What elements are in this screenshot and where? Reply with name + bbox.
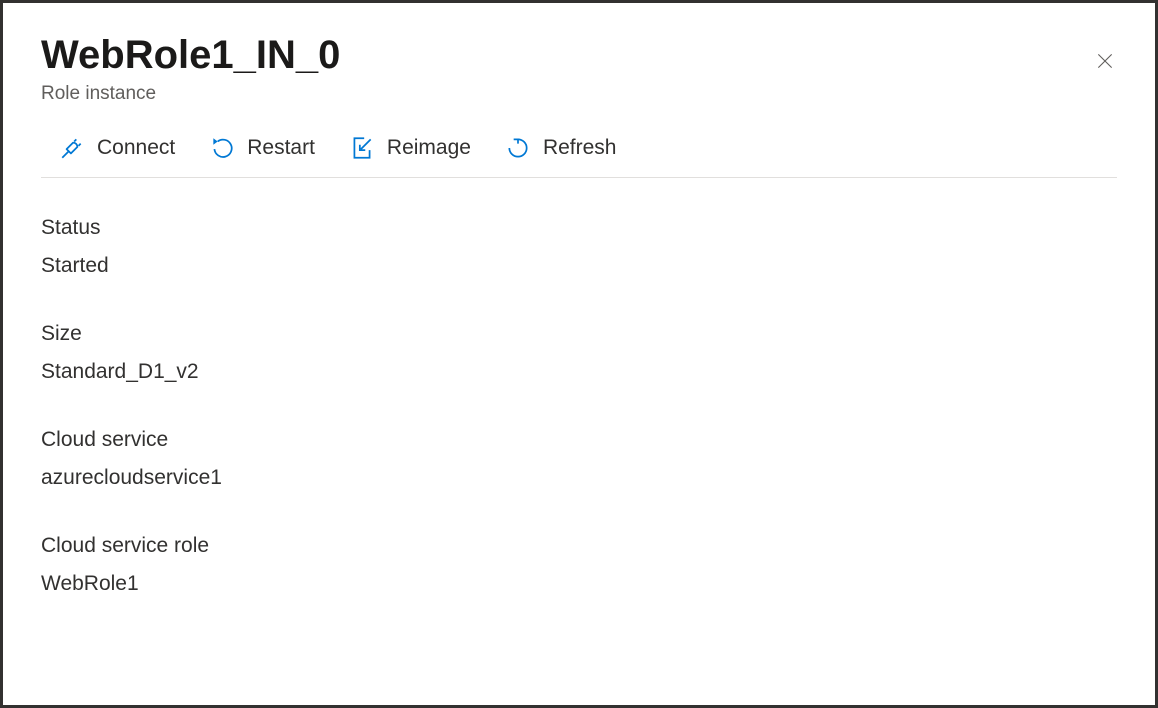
- size-value: Standard_D1_v2: [41, 360, 1117, 384]
- refresh-label: Refresh: [543, 136, 617, 160]
- reimage-button[interactable]: Reimage: [349, 135, 471, 161]
- details-section: Status Started Size Standard_D1_v2 Cloud…: [41, 216, 1117, 596]
- cloud-service-label: Cloud service: [41, 428, 1117, 452]
- refresh-icon: [505, 135, 531, 161]
- close-button[interactable]: [1087, 43, 1123, 82]
- close-icon: [1095, 51, 1115, 74]
- page-subtitle: Role instance: [41, 83, 340, 105]
- cloud-service-role-label: Cloud service role: [41, 534, 1117, 558]
- header: WebRole1_IN_0 Role instance: [41, 33, 1117, 105]
- cloud-service-group: Cloud service azurecloudservice1: [41, 428, 1117, 490]
- status-label: Status: [41, 216, 1117, 240]
- restart-icon: [209, 135, 235, 161]
- connect-button[interactable]: Connect: [59, 135, 175, 161]
- status-group: Status Started: [41, 216, 1117, 278]
- size-label: Size: [41, 322, 1117, 346]
- connect-icon: [59, 135, 85, 161]
- cloud-service-role-group: Cloud service role WebRole1: [41, 534, 1117, 596]
- connect-label: Connect: [97, 136, 175, 160]
- cloud-service-role-value: WebRole1: [41, 572, 1117, 596]
- reimage-icon: [349, 135, 375, 161]
- header-left: WebRole1_IN_0 Role instance: [41, 33, 340, 105]
- size-group: Size Standard_D1_v2: [41, 322, 1117, 384]
- toolbar: Connect Restart Reimage Refresh: [41, 135, 1117, 178]
- cloud-service-value: azurecloudservice1: [41, 466, 1117, 490]
- reimage-label: Reimage: [387, 136, 471, 160]
- restart-label: Restart: [247, 136, 315, 160]
- restart-button[interactable]: Restart: [209, 135, 315, 161]
- refresh-button[interactable]: Refresh: [505, 135, 617, 161]
- page-title: WebRole1_IN_0: [41, 33, 340, 77]
- status-value: Started: [41, 254, 1117, 278]
